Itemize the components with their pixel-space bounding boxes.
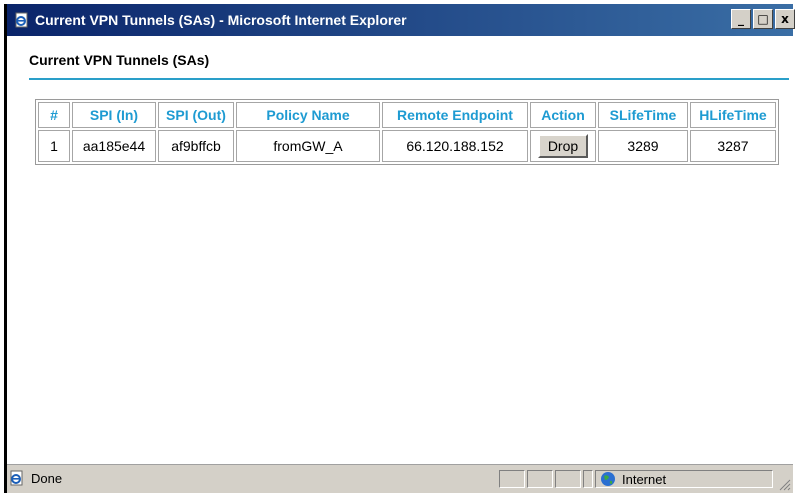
cell-hlifetime: 3287 <box>690 130 776 162</box>
cell-action: Drop <box>530 130 596 162</box>
globe-icon <box>600 471 616 487</box>
col-header-action: Action <box>530 102 596 128</box>
col-header-slifetime: SLifeTime <box>598 102 688 128</box>
resize-grip-icon[interactable] <box>777 477 791 491</box>
vpn-tunnels-table: # SPI (In) SPI (Out) Policy Name Remote … <box>35 99 779 165</box>
minimize-button[interactable]: _ <box>731 9 751 29</box>
col-header-policy-name: Policy Name <box>236 102 380 128</box>
status-panel <box>499 470 525 488</box>
cell-number: 1 <box>38 130 70 162</box>
window-title: Current VPN Tunnels (SAs) - Microsoft In… <box>35 12 407 28</box>
window-controls: _ □ x <box>729 9 795 29</box>
title-bar: Current VPN Tunnels (SAs) - Microsoft In… <box>7 4 795 36</box>
status-panel <box>527 470 553 488</box>
zone-label: Internet <box>622 471 667 487</box>
col-header-spi-out: SPI (Out) <box>158 102 234 128</box>
status-panel <box>583 470 593 488</box>
maximize-button[interactable]: □ <box>753 9 773 29</box>
cell-policy-name: fromGW_A <box>236 130 380 162</box>
close-button[interactable]: x <box>775 9 795 29</box>
status-text: Done <box>31 470 63 486</box>
cell-remote-endpoint: 66.120.188.152 <box>382 130 528 162</box>
col-header-number: # <box>38 102 70 128</box>
security-zone: Internet <box>595 470 773 488</box>
col-header-spi-in: SPI (In) <box>72 102 156 128</box>
ie-page-icon <box>9 470 25 486</box>
ie-page-icon <box>13 11 31 29</box>
browser-window: Current VPN Tunnels (SAs) - Microsoft In… <box>4 4 795 493</box>
cell-spi-out: af9bffcb <box>158 130 234 162</box>
cell-slifetime: 3289 <box>598 130 688 162</box>
table-row: 1 aa185e44 af9bffcb fromGW_A 66.120.188.… <box>38 130 776 162</box>
status-bar: Done Internet <box>7 464 793 493</box>
status-panel <box>555 470 581 488</box>
heading-divider <box>29 78 789 80</box>
cell-spi-in: aa185e44 <box>72 130 156 162</box>
page-title: Current VPN Tunnels (SAs) <box>29 52 210 68</box>
status-message: Done <box>9 470 62 486</box>
col-header-hlifetime: HLifeTime <box>690 102 776 128</box>
table-header-row: # SPI (In) SPI (Out) Policy Name Remote … <box>38 102 776 128</box>
drop-button[interactable]: Drop <box>537 134 589 158</box>
col-header-remote-endpoint: Remote Endpoint <box>382 102 528 128</box>
